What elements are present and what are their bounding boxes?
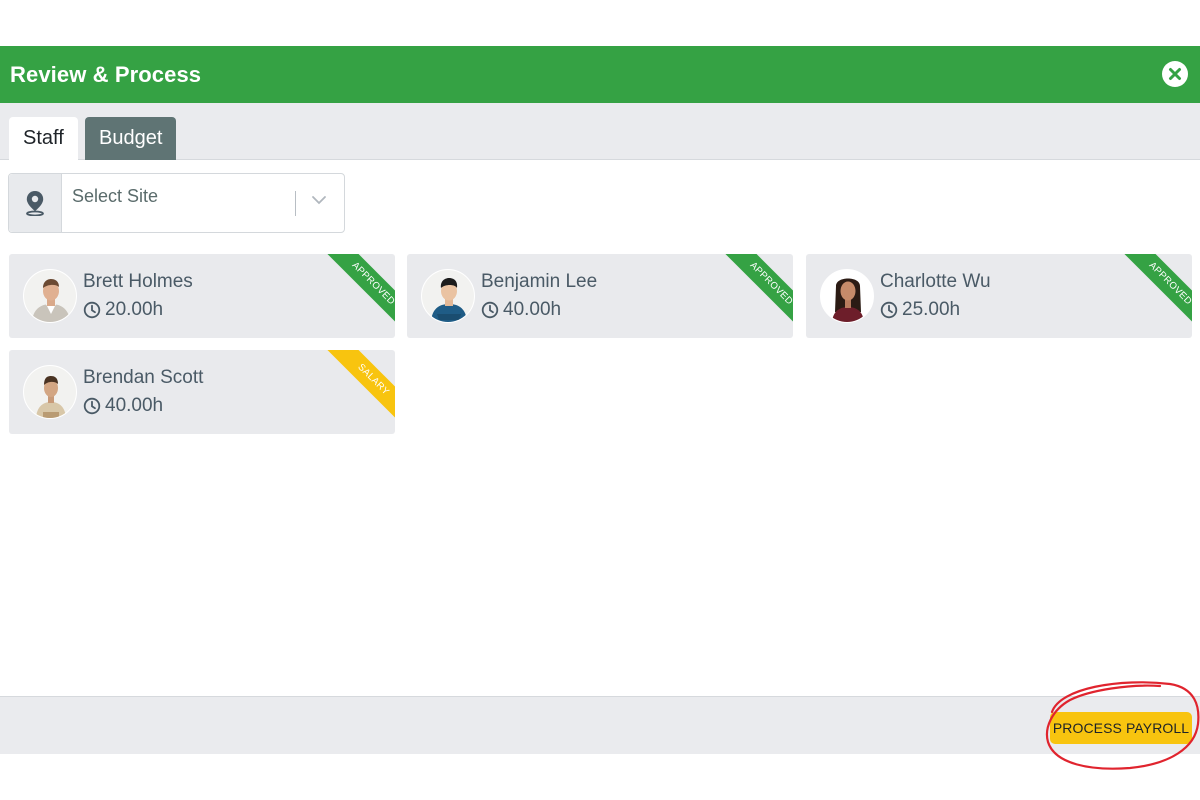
status-badge: APPROVED [322,254,395,334]
avatar [421,269,475,323]
staff-hours: 20.00h [83,299,163,321]
staff-card-brett-holmes[interactable]: Brett Holmes 20.00h APPROVED [9,254,395,338]
staff-name: Brett Holmes [83,271,193,292]
clock-icon [83,397,101,415]
staff-card-benjamin-lee[interactable]: Benjamin Lee 40.00h APPROVED [407,254,793,338]
site-select[interactable]: Select Site [8,173,345,233]
avatar [23,269,77,323]
modal-footer: PROCESS PAYROLL [0,696,1200,754]
staff-name: Benjamin Lee [481,271,598,292]
chevron-down-icon[interactable] [310,194,328,206]
hours-value: 40.00h [105,395,164,416]
status-badge: APPROVED [720,254,793,334]
process-payroll-button[interactable]: PROCESS PAYROLL [1050,712,1192,744]
staff-name: Charlotte Wu [880,271,991,292]
clock-icon [481,301,499,319]
close-icon [1169,68,1181,80]
status-ribbon: APPROVED [713,254,793,334]
hours-value: 25.00h [902,299,961,320]
tab-budget[interactable]: Budget [85,117,176,160]
clock-icon [83,301,101,319]
status-badge: SALARY [322,350,395,430]
hours-value: 40.00h [503,299,562,320]
modal-header: Review & Process [0,46,1200,103]
staff-card-brendan-scott[interactable]: Brendan Scott 40.00h SALARY [9,350,395,434]
avatar [23,365,77,419]
clock-icon [880,301,898,319]
tab-staff[interactable]: Staff [9,117,78,160]
staff-card-charlotte-wu[interactable]: Charlotte Wu 25.00h APPROVED [806,254,1192,338]
staff-name: Brendan Scott [83,367,204,388]
status-badge: APPROVED [1119,254,1192,334]
map-pin-icon [26,191,44,216]
modal-title: Review & Process [10,61,202,87]
hours-value: 20.00h [105,299,164,320]
staff-hours: 25.00h [880,299,960,321]
staff-hours: 40.00h [83,395,163,417]
select-separator [295,191,296,216]
status-ribbon: APPROVED [315,254,395,334]
tab-bar: Staff Budget [0,103,1200,160]
site-select-placeholder: Select Site [72,186,159,206]
site-icon-box [9,174,62,232]
staff-hours: 40.00h [481,299,561,321]
status-ribbon: APPROVED [1112,254,1192,334]
status-ribbon: SALARY [315,350,395,430]
avatar [820,269,874,323]
close-button[interactable] [1162,61,1188,87]
